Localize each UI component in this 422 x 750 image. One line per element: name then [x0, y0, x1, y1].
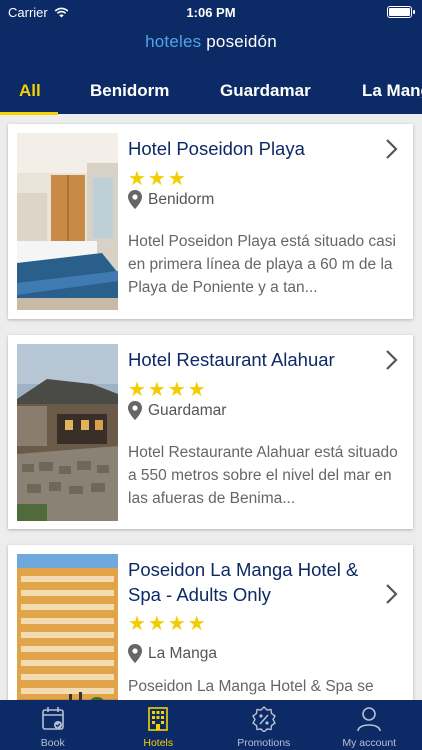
star-rating: ★★★★: [128, 613, 208, 635]
building-icon: [148, 707, 169, 731]
tabbar-label: Promotions: [237, 737, 291, 749]
tab-la-manga[interactable]: La Manga: [362, 70, 422, 114]
tabbar-my-account[interactable]: My account: [317, 700, 422, 750]
logo-part-2: poseidón: [206, 32, 277, 51]
tab-benidorm[interactable]: Benidorm: [90, 70, 169, 114]
hotel-title[interactable]: Hotel Restaurant Alahuar: [128, 347, 377, 372]
hotel-description: Hotel Poseidon Playa está situado casi e…: [128, 233, 396, 296]
location-label: Guardamar: [148, 401, 227, 419]
tabbar-book[interactable]: Book: [0, 700, 106, 750]
location-pin-icon: [128, 401, 142, 420]
tabbar-label: My account: [342, 737, 397, 749]
hotel-location: Benidorm: [128, 190, 214, 209]
chevron-right-icon[interactable]: [385, 349, 399, 371]
tab-guardamar[interactable]: Guardamar: [220, 70, 311, 114]
hotel-card-alahuar[interactable]: Hotel Restaurant Alahuar ★★★★ Guardamar …: [8, 335, 413, 529]
battery-icon: [387, 6, 415, 18]
hotel-photo: [17, 344, 118, 521]
hotel-location: Guardamar: [128, 401, 226, 420]
tabbar-promotions[interactable]: Promotions: [211, 700, 317, 750]
hotel-photo: [17, 554, 118, 700]
percent-badge-icon: [251, 706, 276, 732]
location-tabs: All Benidorm Guardamar La Manga: [0, 70, 422, 114]
logo-part-1: hoteles: [145, 32, 202, 51]
tab-all[interactable]: All: [19, 70, 41, 114]
chevron-right-icon[interactable]: [385, 138, 399, 160]
chevron-right-icon[interactable]: [385, 583, 399, 605]
hotel-card-la-manga[interactable]: Poseidon La Manga Hotel & Spa - Adults O…: [8, 545, 413, 700]
hotel-description: Poseidon La Manga Hotel & Spa se encuent…: [128, 678, 374, 695]
star-rating: ★★★★: [128, 379, 208, 401]
location-label: Benidorm: [148, 190, 215, 208]
location-pin-icon: [128, 190, 142, 209]
tabbar-hotels[interactable]: Hotels: [106, 700, 212, 750]
calendar-icon: [41, 707, 64, 730]
star-rating: ★★★: [128, 168, 188, 190]
hotel-title[interactable]: Hotel Poseidon Playa: [128, 136, 377, 161]
tabbar-label: Book: [40, 737, 65, 749]
hotel-title[interactable]: Poseidon La Manga Hotel & Spa - Adults O…: [128, 557, 377, 607]
person-icon: [357, 707, 382, 732]
hotel-card-poseidon-playa[interactable]: Hotel Poseidon Playa ★★★ Benidorm Hotel …: [8, 124, 413, 319]
status-bar: Carrier 1:06 PM: [0, 0, 422, 26]
bottom-tab-bar: Book Hotels Promotions My account: [0, 700, 422, 750]
hotel-list[interactable]: Hotel Poseidon Playa ★★★ Benidorm Hotel …: [0, 114, 422, 700]
hotel-location: La Manga: [128, 644, 217, 663]
location-pin-icon: [128, 644, 142, 663]
hotel-photo: [17, 133, 118, 310]
tabbar-label: Hotels: [143, 737, 174, 749]
location-label: La Manga: [148, 644, 217, 662]
brand-logo: hoteles poseidón: [0, 32, 422, 52]
clock: 1:06 PM: [186, 5, 236, 20]
header: Carrier 1:06 PM hoteles poseidón All Ben…: [0, 0, 422, 115]
hotel-description: Hotel Restaurante Alahuar está situado a…: [128, 444, 398, 507]
